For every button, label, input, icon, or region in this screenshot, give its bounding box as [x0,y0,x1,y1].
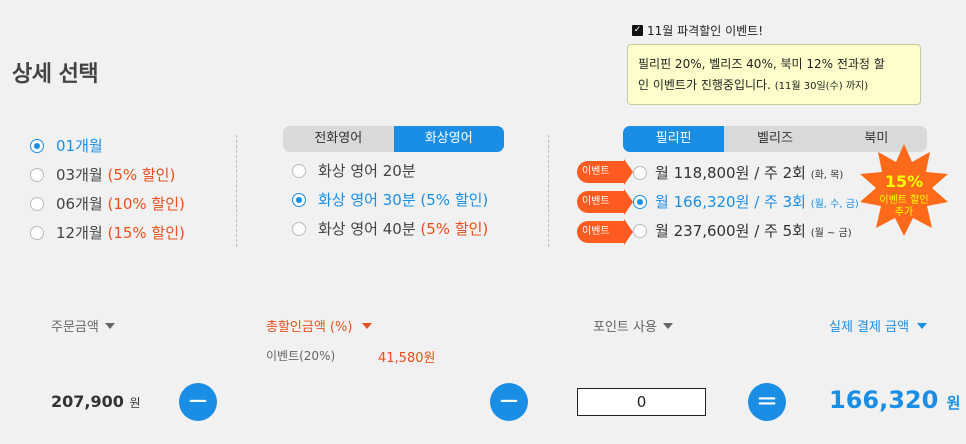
event-notice: 필리핀 20%, 벨리즈 40%, 북미 12% 전과정 할 인 이벤트가 진행… [627,44,921,105]
starburst-text: 이벤트 할인 추가 [879,195,929,218]
final-amount: 166,320 원 [829,386,961,414]
month-option-6[interactable]: 06개월 (10% 할인) [30,189,185,218]
month-option-1[interactable]: 01개월 [30,131,185,160]
plan-option-5x[interactable]: 월 237,600원 / 주 5회 (월 ~ 금) [633,216,859,245]
month-option-3[interactable]: 03개월 (5% 할인) [30,160,185,189]
radio-icon[interactable] [633,194,647,209]
event-period: (11월 30일(수) 까지) [774,81,869,92]
radio-icon[interactable] [292,221,306,236]
order-amount-label[interactable]: 주문금액 [51,316,115,335]
tab-video-english[interactable]: 화상영어 [393,126,504,152]
radio-icon[interactable] [292,163,306,178]
course-option-40[interactable]: 화상 영어 40분 (5% 할인) [292,214,488,243]
page-title: 상세 선택 [12,62,99,87]
course-option-30[interactable]: 화상 영어 30분 (5% 할인) [292,185,488,214]
radio-icon[interactable] [30,167,44,182]
discount-starburst: 15% 이벤트 할인 추가 [860,144,948,236]
plan-option-3x[interactable]: 월 166,320원 / 주 3회 (월, 수, 금) [633,187,859,216]
course-options: 화상 영어 20분 화상 영어 30분 (5% 할인) 화상 영어 40분 (5… [292,156,488,243]
point-use-label[interactable]: 포인트 사용 [593,316,673,335]
radio-icon[interactable] [633,165,647,180]
caret-down-icon [104,322,115,329]
radio-icon[interactable] [633,223,647,238]
radio-icon[interactable] [30,225,44,240]
tab-belize[interactable]: 벨리즈 [724,126,825,152]
plan-options: 월 118,800원 / 주 2회 (화, 목) 월 166,320원 / 주 … [633,158,859,245]
month-options: 01개월 03개월 (5% 할인) 06개월 (10% 할인) 12개월 (15… [30,131,185,247]
divider [236,135,237,247]
radio-icon[interactable] [30,196,44,211]
event-line-1: 필리핀 20%, 벨리즈 40%, 북미 12% 전과정 할 [638,57,885,71]
event-discount-label: 이벤트(20%) [266,349,336,363]
point-input[interactable]: 0 [577,388,706,416]
caret-down-icon [662,322,673,329]
equals-icon: = [748,383,786,421]
event-badge: 이벤트 [577,219,633,245]
tab-phone-english[interactable]: 전화영어 [283,126,394,152]
caret-down-icon [362,322,373,329]
discount-amount-label[interactable]: 총할인금액 (%) [266,316,373,335]
checkbox-icon: ✓ [632,25,643,36]
course-tabs: 전화영어 화상영어 [283,126,504,152]
order-amount: 207,900 원 [51,392,141,411]
event-header: ✓ 11월 파격할인 이벤트! [632,22,763,39]
minus-icon: − [179,383,217,421]
event-header-text: 11월 파격할인 이벤트! [647,24,764,38]
event-line-2: 인 이벤트가 진행중입니다. [638,78,771,92]
tab-philippines[interactable]: 필리핀 [623,126,725,152]
course-option-20[interactable]: 화상 영어 20분 [292,156,488,185]
final-amount-label[interactable]: 실제 결제 금액 [829,316,928,335]
radio-icon[interactable] [30,138,44,153]
event-badge: 이벤트 [577,189,633,215]
minus-icon: − [490,383,528,421]
plan-option-2x[interactable]: 월 118,800원 / 주 2회 (화, 목) [633,158,859,187]
starburst-percent: 15% [884,172,924,191]
radio-icon[interactable] [292,192,306,207]
month-option-12[interactable]: 12개월 (15% 할인) [30,218,185,247]
event-badge: 이벤트 [577,159,633,185]
event-badges: 이벤트 이벤트 이벤트 [577,159,633,245]
event-discount-amount: 41,580원 [378,351,436,366]
caret-down-icon [917,322,928,329]
divider [548,135,549,247]
